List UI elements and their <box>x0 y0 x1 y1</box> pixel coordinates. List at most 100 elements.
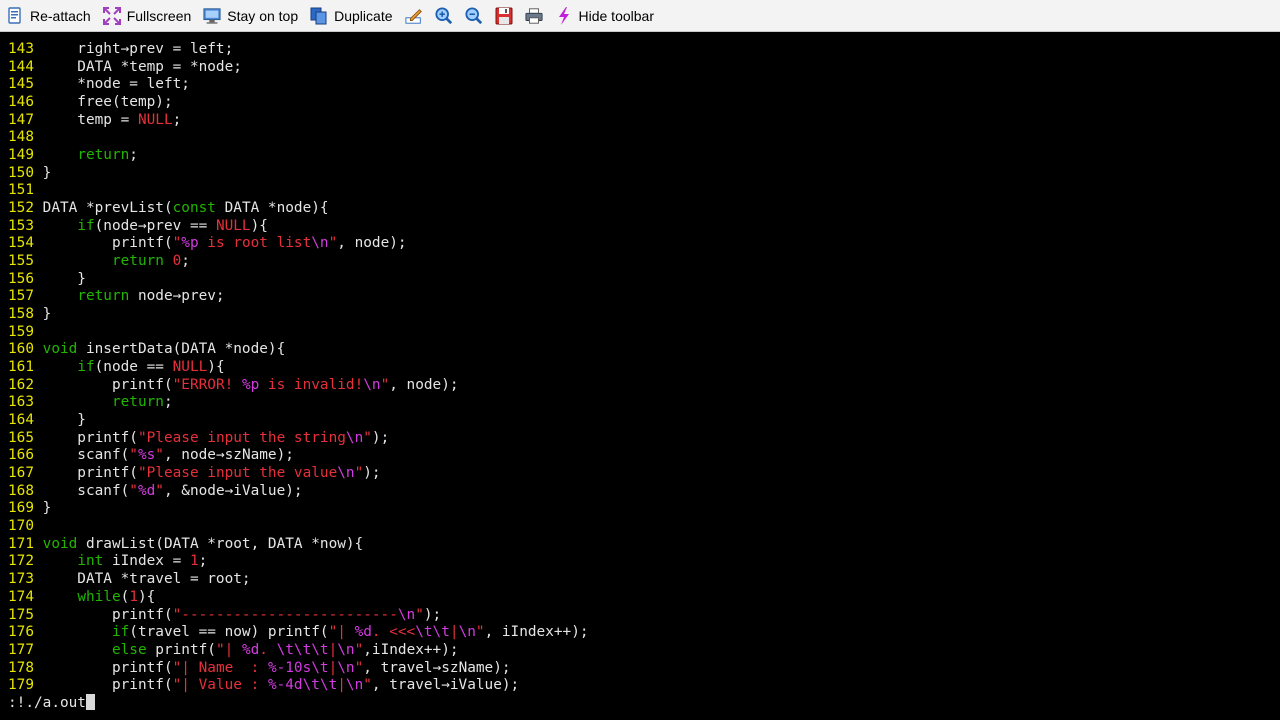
print-button[interactable] <box>524 4 543 28</box>
code-token: " <box>172 235 182 252</box>
code-line: 164 } <box>8 412 589 430</box>
code-token: " <box>415 606 424 623</box>
code-token: \n <box>311 235 329 252</box>
save-icon <box>495 7 513 25</box>
code-token: printf( <box>146 641 216 658</box>
code-token: ){ <box>137 588 156 605</box>
code-token: int <box>77 553 104 570</box>
edit-button[interactable] <box>404 4 423 28</box>
code-token: printf( <box>42 429 138 446</box>
code-token: return <box>77 147 130 164</box>
code-line: 174 while(1){ <box>8 589 589 607</box>
line-number: 171 <box>8 535 43 552</box>
code-token: is invalid! <box>259 376 364 393</box>
fullscreen-button[interactable]: Fullscreen <box>102 4 192 28</box>
line-number: 150 <box>8 164 43 181</box>
code-token: void <box>42 341 78 358</box>
code-token: DATA *node){ <box>215 200 329 217</box>
zoom-out-button[interactable] <box>464 4 483 28</box>
code-token: | <box>328 641 338 658</box>
code-token: " <box>129 447 138 464</box>
zoom-in-button[interactable] <box>434 4 453 28</box>
command-line[interactable]: :!./a.out <box>8 694 95 713</box>
code-line: 170 <box>8 518 589 536</box>
code-token: DATA *temp = *node; <box>42 58 242 75</box>
code-token: "------------------------- <box>172 606 398 623</box>
line-number: 178 <box>8 659 43 676</box>
code-token: (node→prev == <box>94 217 216 234</box>
code-token: free(temp); <box>42 94 173 111</box>
code-line: 157 return node→prev; <box>8 288 589 306</box>
reattach-button[interactable]: Re-attach <box>6 4 91 28</box>
code-token: scanf( <box>42 482 130 499</box>
line-number: 169 <box>8 500 43 517</box>
code-token: printf( <box>42 465 138 482</box>
code-token: " <box>155 447 164 464</box>
code-token: ,iIndex++); <box>363 641 459 658</box>
line-number: 179 <box>8 677 43 694</box>
code-line: 159 <box>8 324 589 342</box>
code-token: printf( <box>42 677 173 694</box>
save-button[interactable] <box>495 4 513 28</box>
code-token: \n <box>363 376 381 393</box>
code-line: 171 void drawList(DATA *root, DATA *now)… <box>8 536 589 554</box>
code-line: 143 right→prev = left; <box>8 41 589 59</box>
code-token: return <box>111 253 164 270</box>
code-line: 160 void insertData(DATA *node){ <box>8 341 589 359</box>
fullscreen-label: Fullscreen <box>126 7 192 24</box>
terminal-window[interactable]: 143 right→prev = left; 144 DATA *temp = *… <box>0 32 1280 720</box>
code-token: } <box>42 412 86 429</box>
code-token: \n <box>337 465 355 482</box>
line-number: 161 <box>8 359 43 376</box>
code-line: 145 *node = left; <box>8 76 589 94</box>
code-token: NULL <box>172 359 208 376</box>
zoom-out-icon <box>464 6 483 25</box>
code-token: NULL <box>137 111 173 128</box>
code-token: . <box>259 641 277 658</box>
code-token: temp = <box>42 111 138 128</box>
code-line: 173 DATA *travel = root; <box>8 571 589 589</box>
code-token: 1 <box>129 588 138 605</box>
duplicate-label: Duplicate <box>334 7 393 24</box>
line-number: 166 <box>8 447 43 464</box>
line-number: 147 <box>8 111 43 128</box>
code-token: " <box>129 482 138 499</box>
line-number: 175 <box>8 606 43 623</box>
hide-toolbar-button[interactable]: Hide toolbar <box>555 4 654 28</box>
line-number: 164 <box>8 412 43 429</box>
code-line: 162 printf("ERROR! %p is invalid!\n", no… <box>8 377 589 395</box>
stay-on-top-button[interactable]: Stay on top <box>203 4 298 28</box>
code-token: \n <box>337 641 355 658</box>
reattach-icon <box>6 6 24 25</box>
code-token: printf( <box>42 606 173 623</box>
code-line: 153 if(node→prev == NULL){ <box>8 218 589 236</box>
code-token: %d <box>137 482 156 499</box>
code-token: *node = left; <box>42 76 190 93</box>
line-number: 174 <box>8 588 43 605</box>
code-token: \n <box>337 659 355 676</box>
code-token: , &node→iValue); <box>163 482 303 499</box>
code-token: " <box>475 624 485 641</box>
code-token: 1 <box>189 553 199 570</box>
code-token: "| <box>328 624 355 641</box>
line-number: 167 <box>8 465 43 482</box>
duplicate-button[interactable]: Duplicate <box>310 4 393 28</box>
code-view: 143 right→prev = left; 144 DATA *temp = *… <box>8 41 589 695</box>
line-number: 160 <box>8 341 43 358</box>
code-line: 156 } <box>8 271 589 289</box>
code-line: 167 printf("Please input the value\n"); <box>8 465 589 483</box>
stay-on-top-icon <box>203 7 221 25</box>
code-token: ); <box>423 606 442 623</box>
code-line: 166 scanf("%s", node→szName); <box>8 447 589 465</box>
code-token: | <box>328 659 338 676</box>
command-text: :!./a.out <box>8 695 86 711</box>
code-token: "Please input the string <box>137 429 346 446</box>
code-token: right→prev = left; <box>42 41 234 57</box>
